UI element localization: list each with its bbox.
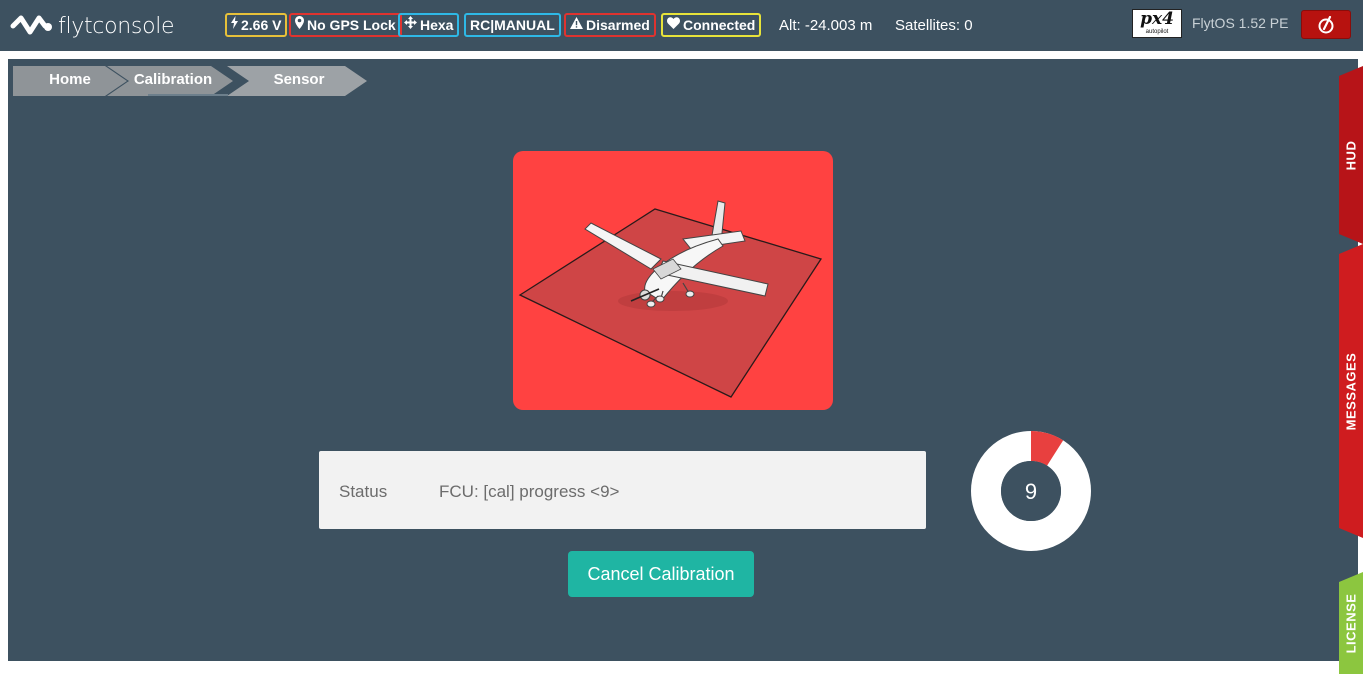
tab-messages[interactable]: MESSAGES — [1339, 244, 1363, 538]
satellites-readout: Satellites: 0 — [895, 17, 973, 34]
warning-icon — [570, 15, 583, 35]
progress-arc — [1030, 431, 1064, 467]
power-icon — [1318, 15, 1334, 33]
cancel-calibration-button[interactable]: Cancel Calibration — [568, 551, 754, 597]
tab-license[interactable]: LICENSE — [1339, 572, 1363, 674]
status-value: FCU: [cal] progress <9> — [439, 482, 620, 501]
calibration-progress-ring: 9 — [970, 430, 1092, 552]
status-label: Status — [339, 482, 388, 501]
flight-mode: RC|MANUAL — [470, 17, 555, 33]
gps-status: No GPS Lock — [307, 17, 396, 33]
connection-badge[interactable]: Connected — [661, 13, 762, 37]
tab-hud[interactable]: HUD — [1339, 66, 1363, 244]
progress-value: 9 — [1025, 479, 1037, 504]
calibration-status-box: Status FCU: [cal] progress <9> — [319, 451, 926, 529]
top-bar: flytconsole 2.66 V No GPS Lock Hexa RC|M… — [0, 0, 1363, 51]
altitude-readout: Alt: -24.003 m — [779, 17, 873, 34]
airplane-orientation-image — [518, 200, 823, 398]
flytconsole-logo[interactable]: flytconsole — [10, 11, 175, 41]
arm-status: Disarmed — [586, 17, 650, 33]
frame-type: Hexa — [420, 17, 454, 33]
battery-voltage: 2.66 V — [241, 17, 282, 33]
breadcrumb-sensor[interactable]: Sensor — [227, 66, 367, 96]
heart-icon — [667, 15, 680, 35]
connection-status: Connected — [683, 17, 756, 33]
power-button[interactable] — [1301, 10, 1351, 39]
battery-badge[interactable]: 2.66 V — [225, 13, 288, 37]
firmware-version: FlytOS 1.52 PE — [1192, 15, 1289, 31]
gps-badge[interactable]: No GPS Lock — [289, 13, 402, 37]
vehicle-orientation-card — [513, 151, 833, 410]
breadcrumb-home[interactable]: Home — [13, 66, 127, 96]
arm-badge[interactable]: Disarmed — [564, 13, 656, 37]
mode-badge[interactable]: RC|MANUAL — [464, 13, 561, 37]
flyt-wave-icon — [10, 15, 52, 35]
move-arrows-icon — [404, 15, 417, 35]
frame-badge[interactable]: Hexa — [398, 13, 460, 37]
map-pin-icon — [295, 15, 304, 35]
px4-logo: px4 autopilot — [1132, 9, 1182, 38]
breadcrumb-active-underline — [148, 94, 228, 96]
main-panel: Home Calibration Sensor Status FCU: [cal… — [8, 59, 1358, 661]
bolt-icon — [231, 15, 238, 35]
logo-text: flytconsole — [58, 13, 175, 39]
